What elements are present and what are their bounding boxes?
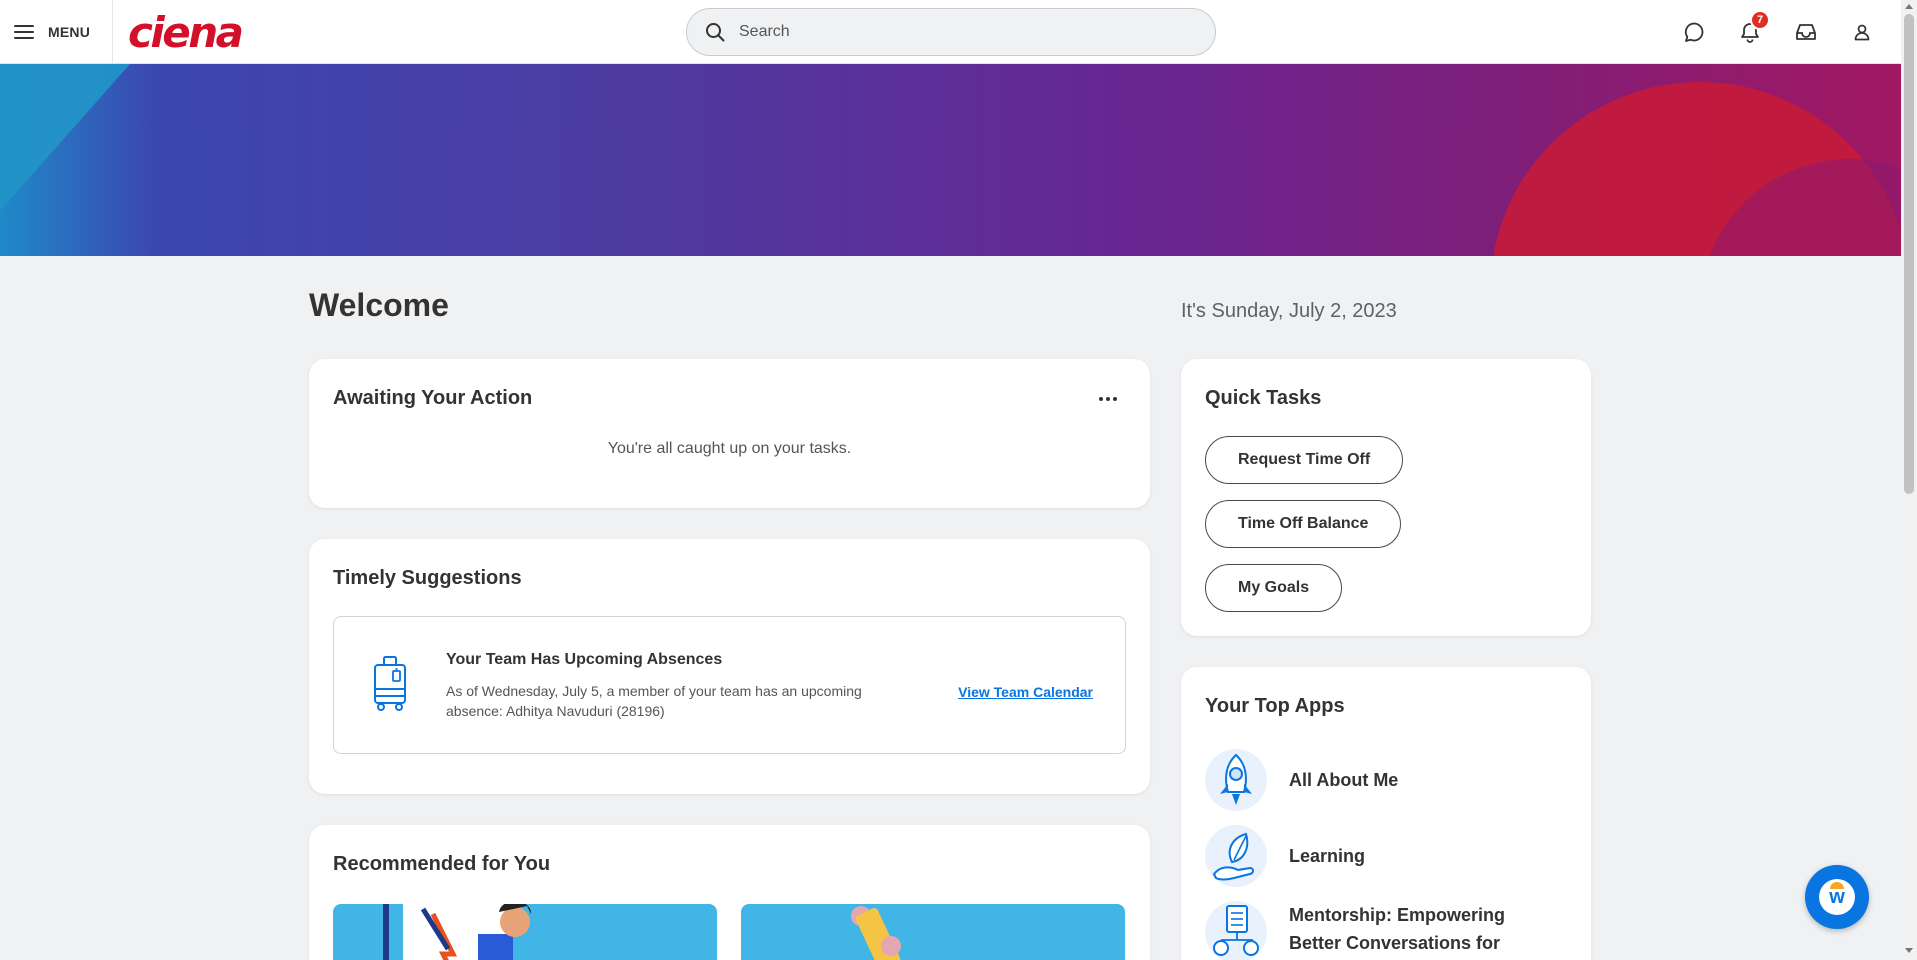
scrollbar-thumb[interactable] bbox=[1904, 14, 1914, 494]
recommended-illustration bbox=[851, 906, 901, 960]
header-actions: 7 bbox=[1678, 10, 1878, 48]
header-divider bbox=[112, 0, 113, 64]
welcome-heading: Welcome bbox=[309, 287, 449, 323]
banner-triangle bbox=[0, 64, 130, 256]
timely-suggestions-title: Timely Suggestions bbox=[333, 567, 522, 589]
mentorship-icon bbox=[1205, 901, 1267, 960]
recommended-title: Recommended for You bbox=[333, 853, 551, 875]
page-scrollbar[interactable] bbox=[1901, 0, 1917, 960]
view-team-calendar-link[interactable]: View Team Calendar bbox=[958, 684, 1093, 700]
app-learning[interactable]: Learning bbox=[1205, 825, 1365, 887]
profile-button[interactable] bbox=[1846, 16, 1878, 48]
chat-button[interactable] bbox=[1678, 16, 1710, 48]
recommended-illustration bbox=[383, 904, 532, 960]
suggestion-title: Your Team Has Upcoming Absences bbox=[446, 651, 723, 668]
assistant-w-icon: w bbox=[1819, 879, 1855, 915]
assistant-button[interactable]: w bbox=[1805, 865, 1869, 929]
app-name: All About Me bbox=[1289, 770, 1399, 790]
ellipsis-icon bbox=[1099, 397, 1103, 401]
inbox-button[interactable] bbox=[1790, 16, 1822, 48]
recommended-tile[interactable] bbox=[741, 904, 1125, 960]
chat-icon bbox=[1684, 22, 1704, 42]
luggage-icon bbox=[374, 656, 406, 711]
menu-icon bbox=[14, 25, 34, 39]
search-input[interactable] bbox=[739, 23, 1159, 41]
menu-button[interactable]: MENU bbox=[14, 18, 90, 46]
profile-icon bbox=[1854, 24, 1870, 41]
scroll-down-icon[interactable] bbox=[1905, 948, 1913, 953]
menu-label: MENU bbox=[48, 24, 91, 40]
scroll-up-icon[interactable] bbox=[1905, 4, 1913, 9]
timely-suggestions-card: Timely Suggestions Your Team Has Upcomin… bbox=[309, 539, 1150, 794]
awaiting-action-card: Awaiting Your Action You're all caught u… bbox=[309, 359, 1150, 508]
recommended-tile[interactable] bbox=[333, 904, 717, 960]
notification-badge: 7 bbox=[1750, 10, 1770, 30]
time-off-balance-button[interactable]: Time Off Balance bbox=[1205, 500, 1402, 548]
suggestion-item: Your Team Has Upcoming Absences As of We… bbox=[333, 616, 1126, 754]
inbox-icon bbox=[1796, 24, 1816, 40]
awaiting-action-message: You're all caught up on your tasks. bbox=[607, 440, 852, 457]
ciena-logo[interactable]: ciena bbox=[128, 8, 244, 57]
top-apps-title: Your Top Apps bbox=[1205, 695, 1345, 717]
app-all-about-me[interactable]: All About Me bbox=[1205, 749, 1398, 811]
app-mentorship[interactable]: Mentorship: Empowering Better Conversati… bbox=[1205, 901, 1549, 960]
app-name: Mentorship: Empowering Better Conversati… bbox=[1289, 905, 1505, 953]
my-goals-button[interactable]: My Goals bbox=[1205, 564, 1343, 612]
leaf-hand-icon bbox=[1205, 825, 1267, 887]
top-apps-card: Your Top Apps All About Me Learning Ment… bbox=[1181, 667, 1591, 960]
current-date: It's Sunday, July 2, 2023 bbox=[1181, 300, 1397, 322]
recommended-card: Recommended for You bbox=[309, 825, 1150, 960]
quick-tasks-title: Quick Tasks bbox=[1205, 387, 1322, 409]
app-name: Learning bbox=[1289, 846, 1366, 866]
search-bar[interactable] bbox=[686, 8, 1216, 56]
search-icon bbox=[706, 23, 725, 42]
request-time-off-button[interactable]: Request Time Off bbox=[1205, 436, 1404, 484]
suggestion-body: As of Wednesday, July 5, a member of you… bbox=[446, 683, 862, 719]
notifications-button[interactable]: 7 bbox=[1734, 10, 1770, 48]
top-bar: MENU ciena 7 bbox=[0, 0, 1901, 64]
quick-tasks-card: Quick Tasks Request Time Off Time Off Ba… bbox=[1181, 359, 1591, 636]
rocket-icon bbox=[1205, 749, 1267, 811]
more-options-button[interactable] bbox=[1094, 389, 1122, 409]
hero-banner bbox=[0, 64, 1901, 256]
awaiting-action-title: Awaiting Your Action bbox=[333, 387, 533, 409]
